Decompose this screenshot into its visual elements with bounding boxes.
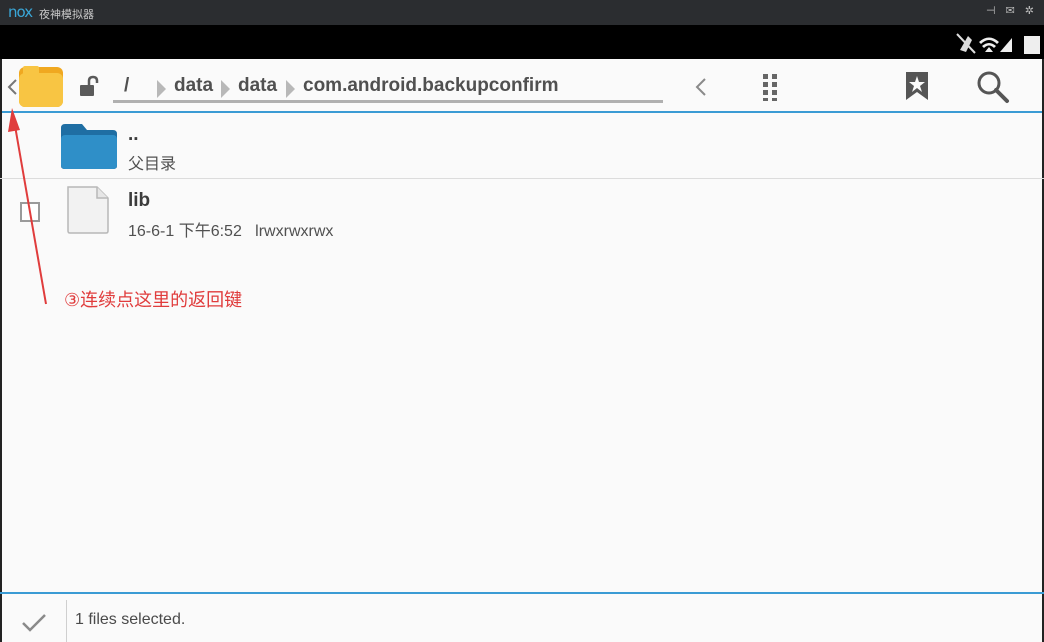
emulator-logo: nox	[8, 3, 33, 21]
breadcrumb-item[interactable]: data	[238, 75, 277, 97]
parent-directory-label: 父目录	[128, 156, 177, 173]
file-name: lib	[128, 190, 151, 211]
settings-icon[interactable]: ✲	[1025, 4, 1034, 17]
grid-menu-icon[interactable]	[761, 72, 779, 102]
chevron-left-icon[interactable]	[6, 78, 18, 96]
path-back-icon[interactable]	[694, 77, 708, 97]
mute-icon	[956, 33, 976, 54]
toolbar-divider	[0, 111, 1044, 113]
annotation-text: ③连续点这里的返回键	[64, 290, 243, 310]
status-icons	[956, 33, 1040, 54]
annotation-arrow	[8, 108, 47, 305]
pin-icon[interactable]: ⊣	[986, 4, 996, 17]
unlock-icon[interactable]	[78, 75, 102, 97]
emulator-title-bar	[0, 0, 1044, 25]
battery-icon	[1024, 36, 1040, 54]
emulator-title: 夜神模拟器	[39, 9, 94, 21]
folder-icon	[61, 124, 117, 169]
search-icon[interactable]	[976, 70, 1010, 104]
breadcrumb-root[interactable]: /	[124, 75, 129, 97]
row-divider	[0, 178, 1044, 179]
breadcrumb-separator	[286, 80, 295, 98]
bottom-bar-divider	[0, 592, 1044, 594]
bookmark-icon[interactable]	[904, 71, 930, 101]
path-scrollbar	[113, 100, 663, 103]
check-icon[interactable]	[20, 612, 48, 634]
wifi-icon	[979, 37, 999, 52]
file-meta: 16-6-1 下午6:52 lrwxrwxrwx	[128, 223, 334, 240]
emulator-controls: ⊣ ✉ ✲	[986, 4, 1034, 17]
breadcrumb-current[interactable]: com.android.backupconfirm	[303, 75, 558, 97]
breadcrumb-separator	[221, 80, 230, 98]
signal-icon	[1000, 38, 1012, 52]
bottom-separator	[66, 600, 67, 642]
mail-icon[interactable]: ✉	[1006, 4, 1015, 17]
breadcrumb-separator	[157, 80, 166, 98]
file-icon	[67, 186, 109, 234]
parent-directory-dots: ..	[128, 124, 139, 145]
selection-status: 1 files selected.	[75, 611, 186, 628]
breadcrumb-item[interactable]: data	[174, 75, 213, 97]
android-status-bar	[0, 25, 1044, 59]
